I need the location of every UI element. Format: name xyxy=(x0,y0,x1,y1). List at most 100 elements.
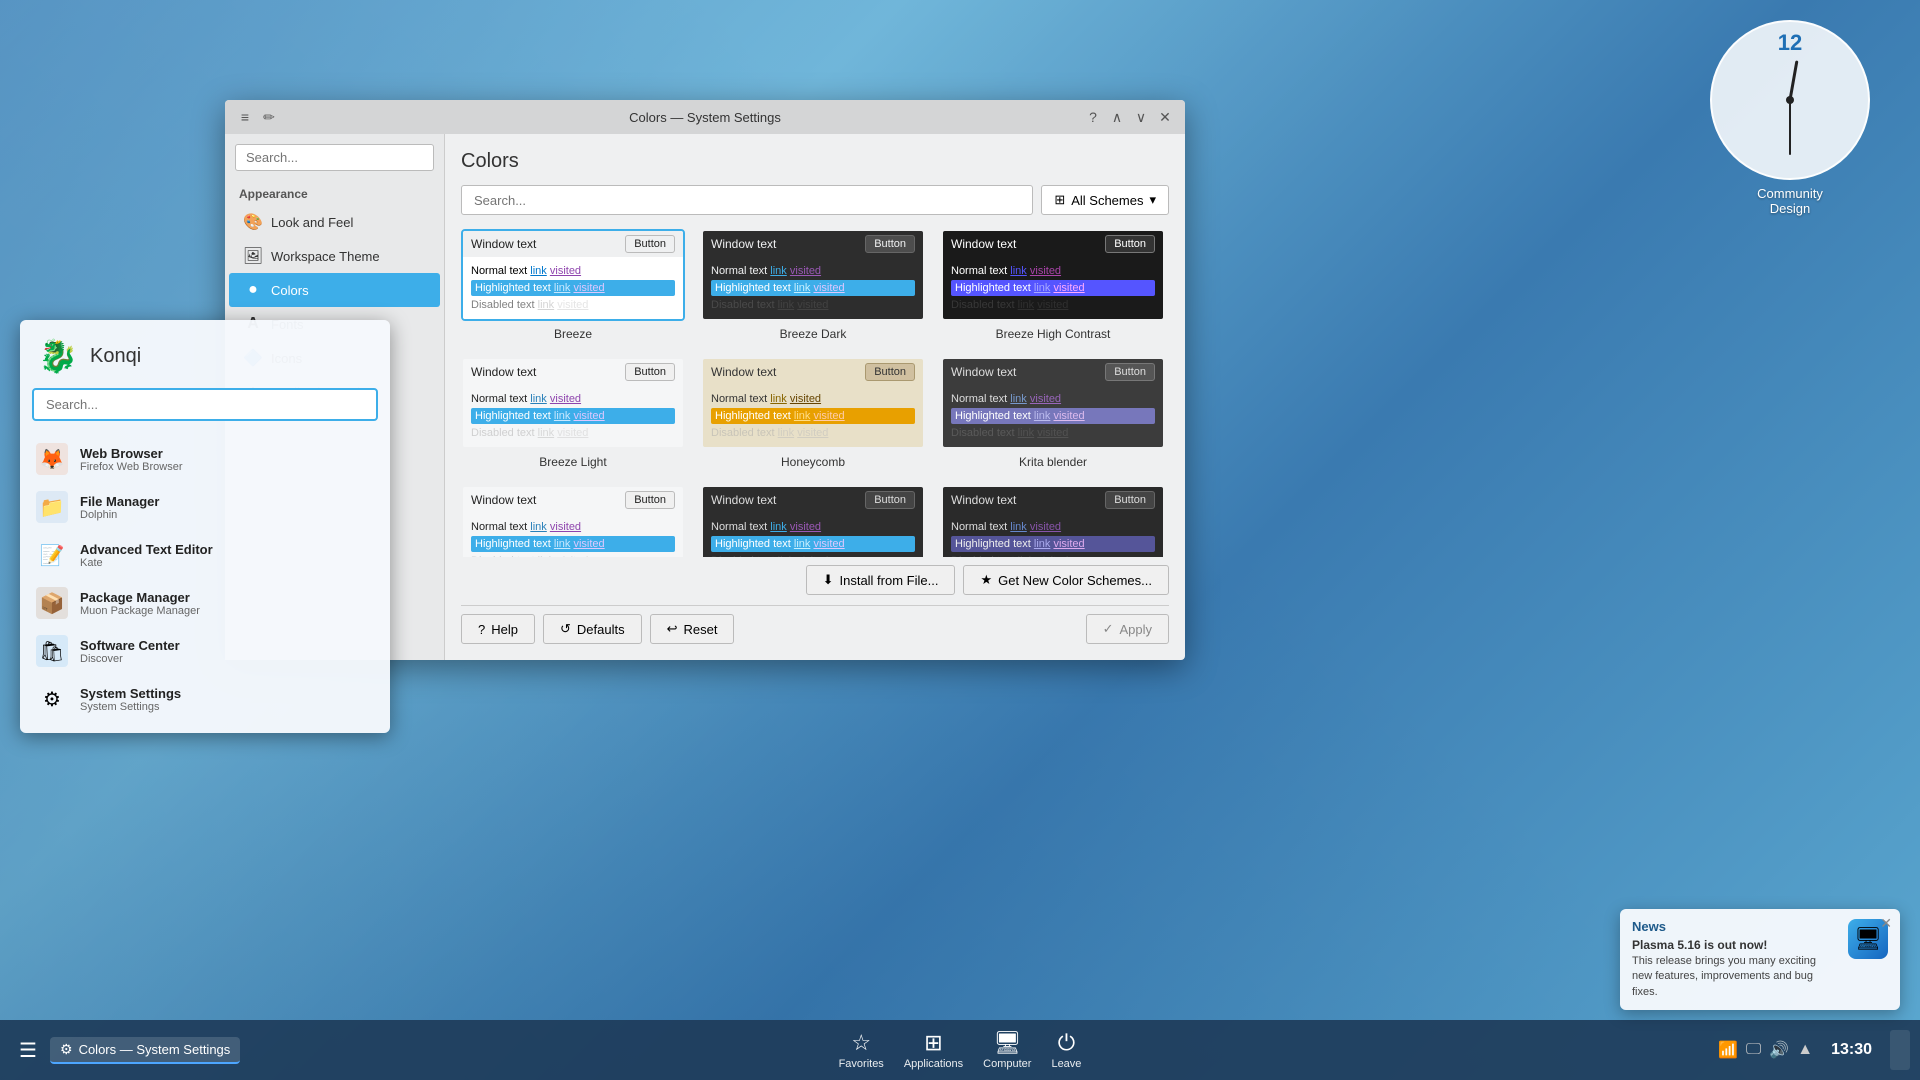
install-from-file-label: Install from File... xyxy=(839,573,938,588)
dock-item-leave[interactable]: ⏻ Leave xyxy=(1051,1030,1081,1070)
window-close-button[interactable]: ✕ xyxy=(1155,107,1175,127)
preview-link-breeze-hc: link xyxy=(1010,265,1027,277)
preview-link-honeycomb: link xyxy=(770,393,787,405)
preview-hl-link-breeze-hc: link xyxy=(1034,282,1051,294)
scheme-card-8[interactable]: Window text Button Normal text link visi… xyxy=(701,485,925,557)
taskbar-dock: ☆ Favorites ⊞ Applications 🖥 Computer ⏻ … xyxy=(809,1020,1112,1080)
scheme-card-7[interactable]: Window text Button Normal text link visi… xyxy=(461,485,685,557)
app-item-system-settings[interactable]: ⚙ System Settings System Settings xyxy=(20,675,390,723)
preview-dis-link-honeycomb: link xyxy=(778,427,795,439)
install-icon: ⬇ xyxy=(823,572,834,588)
preview-hl-visited-9: visited xyxy=(1053,538,1084,550)
konqi-search-input[interactable] xyxy=(32,388,378,421)
preview-disabled-honeycomb: Disabled text link visited xyxy=(711,425,915,441)
sidebar-item-look-and-feel[interactable]: 🎨 Look and Feel xyxy=(229,205,440,239)
scheme-preview-breeze-light: Window text Button Normal text link visi… xyxy=(461,357,685,449)
window-menu-button[interactable]: ≡ xyxy=(235,107,255,127)
defaults-button[interactable]: ↺ Defaults xyxy=(543,614,642,644)
taskbar-corner[interactable] xyxy=(1890,1030,1910,1070)
bottom-left-buttons: ? Help ↺ Defaults ↩ Reset xyxy=(461,614,734,644)
app-item-package-manager[interactable]: 📦 Package Manager Muon Package Manager xyxy=(20,579,390,627)
scheme-card-honeycomb[interactable]: Window text Button Normal text link visi… xyxy=(701,357,925,469)
preview-highlighted-breeze-light: Highlighted text link visited xyxy=(471,408,675,424)
preview-highlighted-breeze-dark: Highlighted text link visited xyxy=(711,280,915,296)
preview-disabled-9: Disabled text link visited xyxy=(951,553,1155,557)
main-search-row: ⊞ All Schemes ▾ xyxy=(461,185,1169,215)
tray-display-icon[interactable]: 🖵 xyxy=(1746,1041,1761,1059)
scheme-card-breeze-light[interactable]: Window text Button Normal text link visi… xyxy=(461,357,685,469)
preview-dis-link-7: link xyxy=(538,555,555,557)
scheme-preview-9: Window text Button Normal text link visi… xyxy=(941,485,1165,557)
preview-dis-link-breeze-light: link xyxy=(538,427,555,439)
dock-item-applications[interactable]: ⊞ Applications xyxy=(904,1030,963,1070)
tray-arrow-icon[interactable]: ▲ xyxy=(1797,1041,1813,1059)
preview-disabled-breeze-light: Disabled text link visited xyxy=(471,425,675,441)
app-item-text-editor[interactable]: 📝 Advanced Text Editor Kate xyxy=(20,531,390,579)
reset-button[interactable]: ↩ Reset xyxy=(650,614,735,644)
window-maximize-button[interactable]: ∨ xyxy=(1131,107,1151,127)
app-item-web-browser[interactable]: 🦊 Web Browser Firefox Web Browser xyxy=(20,435,390,483)
app-item-file-manager[interactable]: 📁 File Manager Dolphin xyxy=(20,483,390,531)
preview-normal-honeycomb: Normal text link visited xyxy=(711,391,915,407)
get-new-schemes-button[interactable]: ★ Get New Color Schemes... xyxy=(963,565,1169,595)
scheme-name-krita: Krita blender xyxy=(1019,455,1087,469)
preview-link-breeze: link xyxy=(530,265,547,277)
dock-item-computer[interactable]: 🖥 Computer xyxy=(983,1030,1031,1070)
window-controls: ? ∧ ∨ ✕ xyxy=(1083,107,1175,127)
system-settings-icon: ⚙ xyxy=(36,683,68,715)
package-manager-icon: 📦 xyxy=(36,587,68,619)
sidebar-item-colors[interactable]: ● Colors xyxy=(229,273,440,307)
scheme-card-9[interactable]: Window text Button Normal text link visi… xyxy=(941,485,1165,557)
taskbar-active-app[interactable]: ⚙ Colors — System Settings xyxy=(50,1037,240,1064)
preview-hl-link-breeze: link xyxy=(554,282,571,294)
preview-visited-9: visited xyxy=(1030,521,1061,533)
dock-applications-label: Applications xyxy=(904,1058,963,1070)
preview-dis-link-breeze: link xyxy=(538,299,555,311)
favorites-icon: ☆ xyxy=(851,1030,871,1056)
tray-network-icon[interactable]: 📶 xyxy=(1718,1040,1738,1060)
window-titlebar: ≡ ✏ Colors — System Settings ? ∧ ∨ ✕ xyxy=(225,100,1185,134)
preview-highlighted-8: Highlighted text link visited xyxy=(711,536,915,552)
filter-icon: ⊞ xyxy=(1054,192,1065,208)
system-settings-info: System Settings System Settings xyxy=(80,686,181,713)
window-help-button[interactable]: ? xyxy=(1083,107,1103,127)
taskbar-clock[interactable]: 13:30 xyxy=(1821,1041,1882,1059)
web-browser-desc: Firefox Web Browser xyxy=(80,461,183,473)
preview-hl-visited-breeze-dark: visited xyxy=(813,282,844,294)
schemes-dropdown[interactable]: ⊞ All Schemes ▾ xyxy=(1041,185,1169,215)
preview-hl-visited-7: visited xyxy=(573,538,604,550)
sidebar-item-workspace-theme[interactable]: 🖼 Workspace Theme xyxy=(229,239,440,273)
preview-hl-visited-8: visited xyxy=(813,538,844,550)
help-button[interactable]: ? Help xyxy=(461,614,535,644)
preview-hl-link-8: link xyxy=(794,538,811,550)
app-item-software-center[interactable]: 🛍 Software Center Discover xyxy=(20,627,390,675)
preview-hl-visited-breeze: visited xyxy=(573,282,604,294)
scheme-preview-krita: Window text Button Normal text link visi… xyxy=(941,357,1165,449)
settings-app-icon: ⚙ xyxy=(60,1041,73,1058)
computer-icon: 🖥 xyxy=(993,1030,1021,1056)
main-search-input[interactable] xyxy=(461,185,1033,215)
scheme-card-breeze-dark[interactable]: Window text Button Normal text link visi… xyxy=(701,229,925,341)
dock-item-favorites[interactable]: ☆ Favorites xyxy=(839,1030,884,1070)
sidebar-search-input[interactable] xyxy=(235,144,434,171)
konqi-apps-list: 🦊 Web Browser Firefox Web Browser 📁 File… xyxy=(20,431,390,733)
preview-hl-link-breeze-dark: link xyxy=(794,282,811,294)
preview-window-text-breeze: Window text xyxy=(471,237,536,251)
window-edit-button[interactable]: ✏ xyxy=(259,107,279,127)
scheme-card-breeze-hc[interactable]: Window text Button Normal text link visi… xyxy=(941,229,1165,341)
scheme-card-breeze[interactable]: Window text Button Normal text link visi… xyxy=(461,229,685,341)
notification-close-button[interactable]: ✕ xyxy=(1880,915,1892,932)
preview-dis-visited-7: visited xyxy=(557,555,588,557)
taskbar-menu-icon[interactable]: ☰ xyxy=(10,1032,46,1068)
apply-button[interactable]: ✓ Apply xyxy=(1086,614,1169,644)
window-minimize-button[interactable]: ∧ xyxy=(1107,107,1127,127)
preview-window-text-krita: Window text xyxy=(951,365,1016,379)
taskbar: ☰ ⚙ Colors — System Settings ☆ Favorites… xyxy=(0,1020,1920,1080)
install-from-file-button[interactable]: ⬇ Install from File... xyxy=(806,565,956,595)
preview-hl-visited-honeycomb: visited xyxy=(813,410,844,422)
preview-dis-link-krita: link xyxy=(1018,427,1035,439)
scheme-card-krita[interactable]: Window text Button Normal text link visi… xyxy=(941,357,1165,469)
web-browser-info: Web Browser Firefox Web Browser xyxy=(80,446,183,473)
tray-volume-icon[interactable]: 🔊 xyxy=(1769,1040,1789,1060)
help-icon: ? xyxy=(478,622,485,637)
